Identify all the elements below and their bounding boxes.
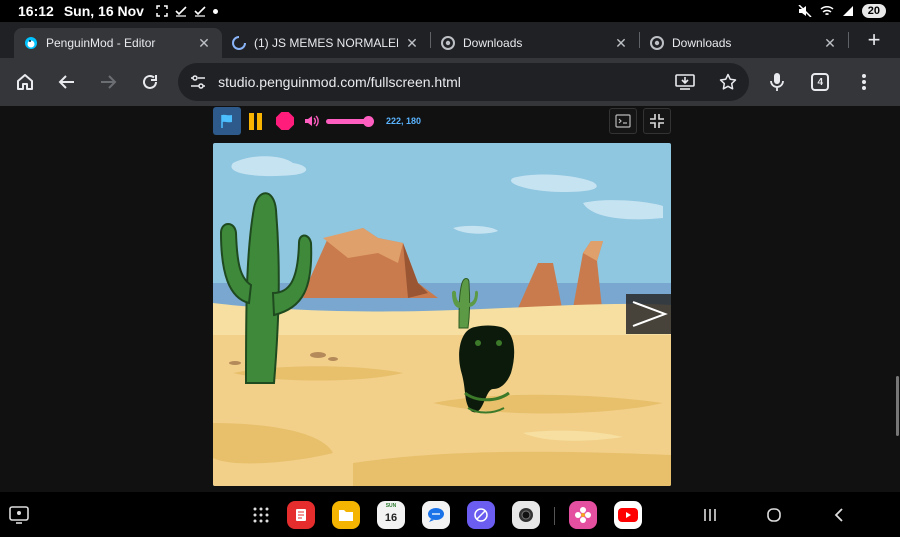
console-button[interactable] [609,108,637,134]
camera-app-icon[interactable] [512,501,540,529]
tab-penguinmod-editor[interactable]: PenguinMod - Editor ✕ [14,28,222,58]
tab-title: Downloads [672,36,732,50]
check-box-icon [175,6,187,17]
bookmark-star-icon[interactable] [719,73,737,91]
dot-icon [212,8,218,14]
reload-button[interactable] [135,66,166,98]
pause-button[interactable] [249,112,262,130]
browser-app-icon[interactable] [467,501,495,529]
recent-apps-button[interactable] [698,504,722,526]
tab-title: PenguinMod - Editor [46,36,156,50]
stop-button[interactable] [276,112,294,130]
desert-backdrop [213,143,671,486]
terminal-icon [615,114,631,128]
back-arrow-icon [58,75,74,89]
tab-count: 4 [811,73,830,91]
reload-icon [142,74,157,89]
home-button[interactable] [10,66,41,98]
more-vert-icon [861,74,866,90]
loading-icon [232,36,246,50]
check-box-icon-2 [194,6,206,17]
system-icons: 20 [798,4,886,18]
url-text[interactable]: studio.penguinmod.com/fullscreen.html [218,74,659,90]
tab-js-memes[interactable]: (1) JS MEMES NORMALELSEFOR ✕ [222,28,430,58]
close-tab-icon[interactable]: ✕ [613,35,629,52]
microphone-icon [769,73,784,91]
next-arrow-button[interactable] [626,294,671,334]
taskbar-divider [554,507,555,525]
notes-app-icon[interactable] [287,501,315,529]
game-stage[interactable] [213,143,671,486]
new-tab-button[interactable]: + [862,27,886,53]
volume-icon[interactable] [304,114,320,128]
screen-mirror-icon[interactable] [5,501,33,529]
penguinmod-icon [24,36,38,50]
status-bar: 16:12 Sun, 16 Nov 20 [0,0,900,22]
screen-capture-icon [156,5,168,17]
gallery-app-icon[interactable] [569,501,597,529]
back-nav-button[interactable] [827,504,851,526]
forward-button[interactable] [93,66,124,98]
menu-button[interactable] [848,66,879,98]
volume-slider[interactable] [326,115,374,127]
calendar-day: 16 [384,511,398,524]
taskbar: SUN 16 [0,492,900,537]
app-drawer-icon[interactable] [247,501,275,529]
mute-icon [798,5,812,17]
clock: 16:12 [18,3,54,19]
close-tab-icon[interactable]: ✕ [196,35,212,52]
date: Sun, 16 Nov [63,3,144,19]
files-app-icon[interactable] [332,501,360,529]
tab-downloads-2[interactable]: Downloads ✕ [640,28,848,58]
youtube-app-icon[interactable] [614,501,642,529]
forward-arrow-icon [101,75,117,89]
browser-toolbar: studio.penguinmod.com/fullscreen.html 4 [0,58,900,106]
page-content: 222, 180 [0,106,900,492]
tab-title: Downloads [463,36,523,50]
wifi-icon [820,5,834,16]
notification-icons [156,5,218,17]
signal-icon [842,6,853,16]
calendar-month: SUN [385,503,397,509]
page-scrollbar[interactable] [896,376,899,436]
tab-separator [848,32,849,48]
tab-title: (1) JS MEMES NORMALELSEFOR [254,36,398,50]
tab-switcher-button[interactable]: 4 [805,66,836,98]
messages-app-icon[interactable] [422,501,450,529]
exit-fullscreen-icon [650,114,664,128]
tab-strip: PenguinMod - Editor ✕ (1) JS MEMES NORMA… [0,22,900,58]
back-button[interactable] [52,66,83,98]
exit-fullscreen-button[interactable] [643,108,671,134]
player-controls: 222, 180 [213,106,671,136]
tab-downloads-1[interactable]: Downloads ✕ [431,28,639,58]
mouse-coordinates: 222, 180 [386,116,422,126]
chevron-right-icon [632,301,668,327]
volume-slider-handle[interactable] [363,115,374,127]
voice-search-button[interactable] [761,66,792,98]
chrome-icon [441,36,455,50]
install-app-icon[interactable] [675,73,696,91]
address-bar[interactable]: studio.penguinmod.com/fullscreen.html [178,63,750,101]
battery-indicator: 20 [861,4,886,18]
flag-icon [221,114,232,128]
calendar-app-icon[interactable]: SUN 16 [377,501,405,529]
site-settings-icon[interactable] [190,74,206,90]
close-tab-icon[interactable]: ✕ [822,35,838,52]
home-nav-button[interactable] [762,504,786,526]
green-flag-button[interactable] [213,107,241,135]
home-icon [17,74,34,90]
chrome-icon [650,36,664,50]
close-tab-icon[interactable]: ✕ [404,35,420,52]
